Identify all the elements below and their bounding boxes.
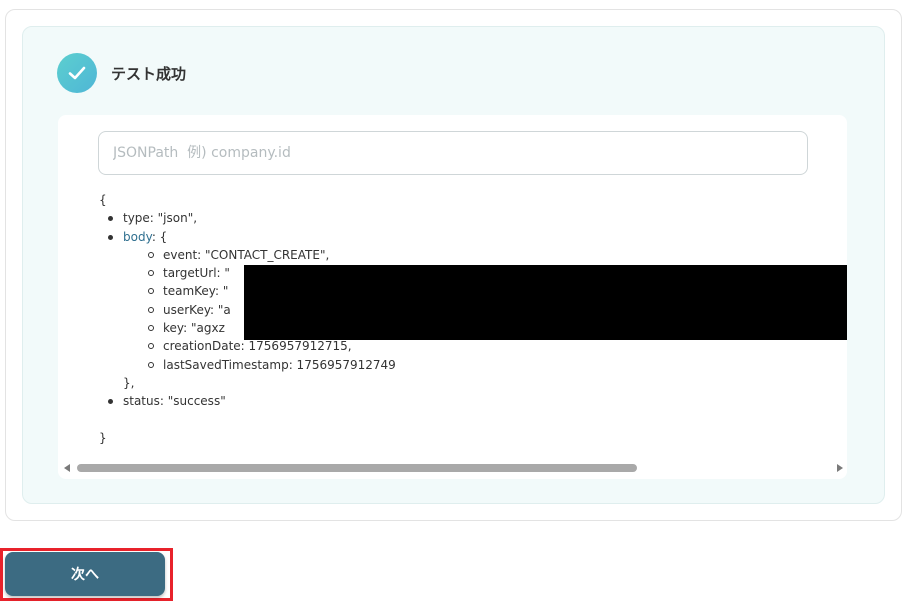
json-userkey-text: userKey: "a [163, 302, 231, 317]
horizontal-scrollbar[interactable] [58, 461, 847, 475]
scroll-left-icon[interactable] [64, 464, 70, 472]
json-body-open: : { [151, 229, 168, 244]
json-output-box: { type: "json", body: { event: "CONTACT_… [58, 115, 847, 479]
next-button[interactable]: 次へ [5, 552, 165, 596]
check-icon [57, 53, 97, 93]
json-body-key[interactable]: body [123, 230, 152, 244]
test-status: テスト成功 [57, 53, 186, 93]
json-creationdate-item: creationDate: 1756957912715, [148, 337, 847, 355]
json-event-item: event: "CONTACT_CREATE", [148, 246, 847, 264]
scrollbar-thumb[interactable] [77, 464, 637, 472]
json-lastsaved-item: lastSavedTimestamp: 1756957912749 [148, 356, 847, 374]
scroll-right-icon[interactable] [837, 464, 843, 472]
json-status-item: status: "success" [108, 392, 847, 410]
status-title: テスト成功 [111, 64, 187, 83]
json-open-brace: { [99, 193, 107, 207]
json-type-item: type: "json", [108, 209, 847, 227]
jsonpath-input[interactable] [98, 131, 808, 175]
json-body-close: }, [123, 375, 135, 390]
json-close-brace: } [99, 430, 107, 445]
redacted-block [244, 265, 847, 340]
